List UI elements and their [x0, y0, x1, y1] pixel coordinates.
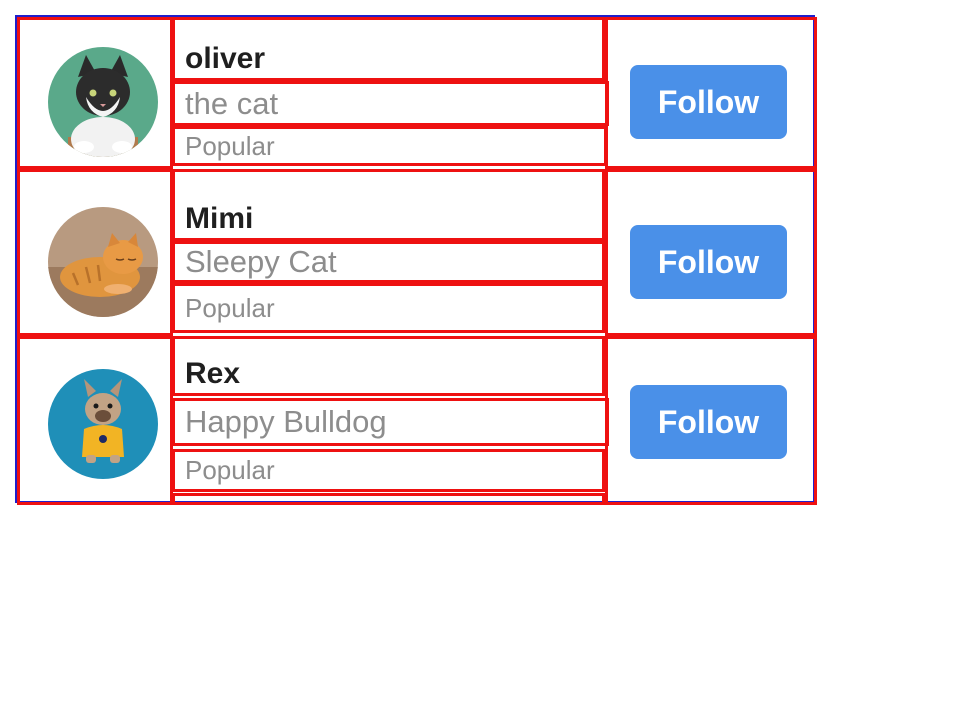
user-name: oliver [172, 17, 605, 81]
french-bulldog-avatar [48, 369, 158, 479]
user-info: Rex Happy Bulldog Popular [172, 336, 622, 505]
avatar [48, 207, 158, 317]
user-info: oliver the cat Popular [172, 17, 622, 169]
avatar-cell [17, 336, 173, 505]
action-cell: Follow [605, 169, 817, 336]
user-suggestion-list: oliver the cat Popular Follow Mimi Sleep… [15, 15, 817, 505]
orange-tabby-cat-avatar [48, 207, 158, 317]
user-info: Mimi Sleepy Cat Popular [172, 169, 622, 336]
avatar [48, 47, 158, 157]
user-subtitle: Happy Bulldog [172, 398, 609, 446]
action-cell: Follow [605, 336, 817, 505]
avatar-cell [17, 169, 173, 336]
user-name: Mimi [172, 169, 605, 241]
list-item: Mimi Sleepy Cat Popular Follow [17, 169, 817, 336]
user-tag: Popular [172, 449, 605, 492]
user-tag: Popular [172, 126, 607, 166]
follow-button[interactable]: Follow [630, 65, 787, 139]
avatar-cell [17, 17, 173, 169]
avatar [48, 369, 158, 479]
list-item: oliver the cat Popular Follow [17, 17, 817, 169]
row-divider [172, 493, 605, 505]
cat-black-white-avatar [48, 47, 158, 157]
user-tag: Popular [172, 283, 605, 333]
user-subtitle: Sleepy Cat [172, 241, 605, 283]
list-item: Rex Happy Bulldog Popular Follow [17, 336, 817, 505]
user-name: Rex [172, 336, 605, 396]
action-cell: Follow [605, 17, 817, 169]
follow-button[interactable]: Follow [630, 385, 787, 459]
follow-button[interactable]: Follow [630, 225, 787, 299]
user-subtitle: the cat [172, 81, 609, 126]
